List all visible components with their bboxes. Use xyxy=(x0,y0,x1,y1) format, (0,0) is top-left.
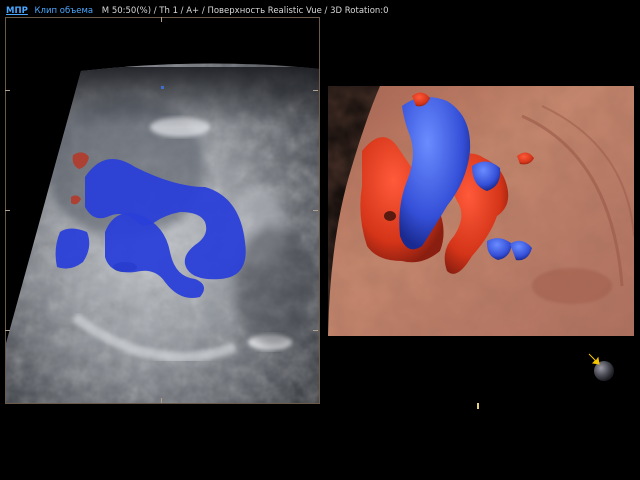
mpr-mode-tab[interactable]: МПР xyxy=(6,6,28,16)
render-parameters: M 50:50(%) / Th 1 / A+ / Поверхность Rea… xyxy=(101,6,389,16)
arrow-marker-icon xyxy=(588,353,600,365)
3d-surface-render xyxy=(322,86,634,336)
bottom-center-marker xyxy=(476,396,480,409)
frame-tick xyxy=(313,90,318,91)
orientation-control[interactable] xyxy=(588,350,618,382)
mpr-ultrasound-image xyxy=(5,17,320,404)
frame-tick xyxy=(5,210,10,211)
volume-clip-tab[interactable]: Клип объема xyxy=(35,6,94,16)
frame-tick xyxy=(313,210,318,211)
mpr-viewport[interactable] xyxy=(5,17,320,404)
top-center-marker xyxy=(161,86,164,89)
frame-tick xyxy=(5,330,10,331)
frame-tick xyxy=(161,17,162,22)
frame-tick xyxy=(161,398,162,403)
frame-tick xyxy=(313,330,318,331)
frame-tick xyxy=(5,90,10,91)
3d-render-viewport[interactable] xyxy=(322,86,634,336)
status-bar: МПР Клип объема M 50:50(%) / Th 1 / A+ /… xyxy=(6,4,389,18)
